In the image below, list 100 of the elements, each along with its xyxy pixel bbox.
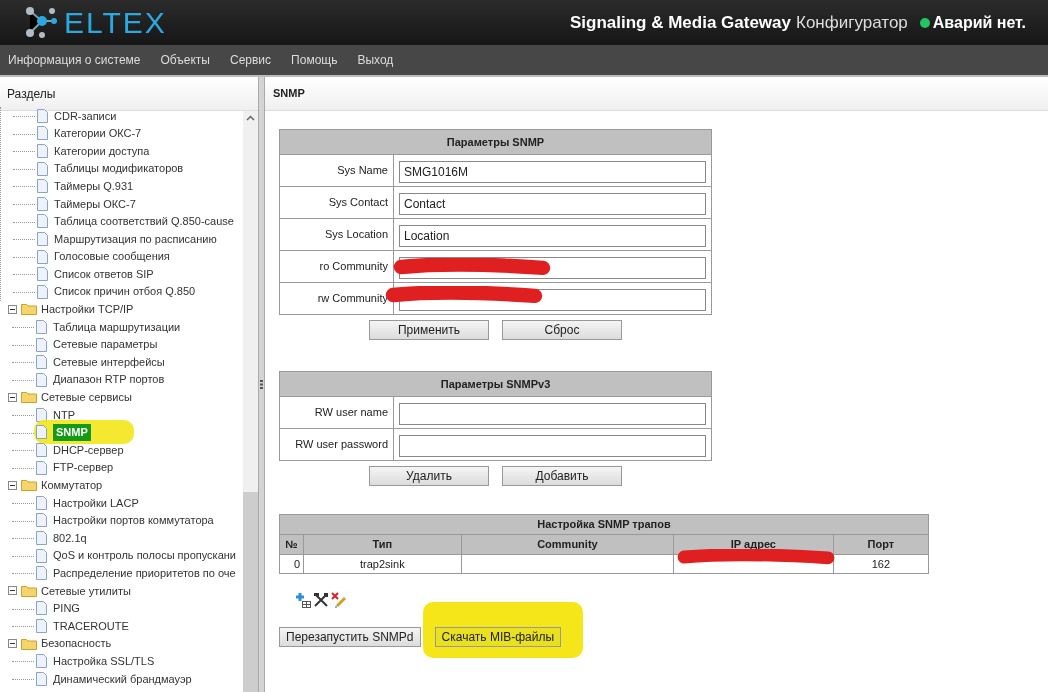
tree-item[interactable]: Диапазон RTP портов (53, 371, 165, 388)
folder-icon (21, 584, 37, 597)
page-icon (36, 319, 47, 334)
tree-item[interactable]: Настройки LACP (53, 494, 139, 512)
text-field[interactable]: Location (399, 224, 706, 247)
field-label: RW user name (279, 396, 394, 429)
menu-item[interactable]: Выход (357, 51, 394, 69)
tree-folder[interactable]: Коммутатор (41, 477, 103, 494)
field-label: RW user password (279, 428, 394, 461)
tree-item[interactable]: FTP-сервер (53, 459, 114, 476)
page-icon (37, 214, 48, 229)
page-icon (37, 267, 48, 282)
add-row-icon[interactable] (295, 592, 311, 608)
page-icon (36, 355, 47, 370)
form-button[interactable]: Добавить (502, 466, 622, 486)
tree-item[interactable]: Категории доступа (54, 142, 150, 160)
table-cell: 0 (293, 557, 300, 570)
text-field[interactable]: Contact (399, 192, 706, 215)
page-icon (37, 231, 48, 246)
tree-item[interactable]: Список причин отбоя Q.850 (54, 283, 196, 300)
page-icon (37, 126, 48, 141)
alarm-status: Аварий нет. (932, 12, 1026, 33)
collapse-icon[interactable] (8, 392, 17, 402)
tree-item[interactable]: Сетевые параметры (53, 336, 158, 353)
tree-folder[interactable]: Безопасность (41, 635, 112, 652)
field-label: Sys Name (279, 154, 394, 187)
tree-item[interactable]: Сетевые интерфейсы (53, 353, 165, 371)
tree-item[interactable]: Таблица маршрутизации (53, 318, 181, 336)
column-header: № (279, 534, 304, 555)
page-icon (37, 144, 48, 158)
logo-text: ELTEX (64, 7, 167, 38)
page-icon (36, 548, 47, 563)
folder-icon (21, 391, 37, 404)
tree-item[interactable]: NTP (53, 406, 75, 424)
tree-item[interactable]: Таймеры ОКС-7 (54, 195, 136, 212)
field-label: Sys Location (279, 218, 394, 251)
tree-item[interactable]: Таймеры Q.931 (54, 177, 134, 195)
field-label: ro Community (279, 250, 394, 283)
tree-folder[interactable]: Настройки TCP/IP (41, 301, 134, 318)
tree-item[interactable]: Распределение приоритетов по оче (53, 565, 236, 582)
tree-item[interactable]: 802.1q (53, 529, 87, 547)
page-icon (36, 566, 47, 581)
delete-edit-icon[interactable] (331, 592, 347, 608)
collapse-icon[interactable] (8, 480, 17, 490)
collapse-icon[interactable] (8, 586, 17, 596)
page-icon (37, 179, 48, 194)
folder-icon (21, 637, 37, 650)
page-icon (36, 619, 47, 633)
page-icon (37, 249, 48, 264)
tools-icon[interactable] (313, 592, 329, 608)
form-button[interactable]: Применить (369, 320, 489, 340)
page-icon (37, 196, 48, 211)
menu-item[interactable]: Сервис (230, 51, 272, 69)
page-icon (37, 284, 48, 299)
tree-item[interactable]: Голосовые сообщения (54, 248, 170, 265)
menu-item[interactable]: Информация о системе (8, 51, 141, 69)
tree-item[interactable]: Настройка SSL/TLS (53, 652, 155, 670)
folder-icon (21, 479, 37, 492)
page-icon (36, 671, 47, 686)
page-icon (36, 407, 47, 422)
form-button[interactable]: Удалить (369, 466, 489, 486)
tree-item[interactable]: DHCP-сервер (53, 441, 124, 459)
tree-item[interactable]: Динамический брандмауэр (53, 670, 192, 688)
page-icon (36, 495, 47, 510)
tree-item[interactable]: PING (53, 600, 80, 617)
table-title: Параметры SNMP (279, 129, 712, 155)
form-button[interactable]: Сброс (502, 320, 622, 340)
app-subtitle: Конфигуратор (796, 11, 908, 34)
page-icon (36, 337, 47, 352)
text-field[interactable]: SMG1016M (399, 160, 706, 183)
field-label: Sys Contact (279, 186, 394, 219)
page-icon (36, 531, 47, 546)
folder-icon (21, 303, 37, 316)
table-title: Настройка SNMP трапов (279, 514, 929, 535)
splitter-grip-icon[interactable] (260, 380, 263, 389)
tree-item[interactable]: SNMP (53, 424, 91, 441)
tree-item[interactable]: Настройки портов коммутатора (53, 512, 214, 529)
page-icon (36, 460, 47, 475)
menu-item[interactable]: Помощь (291, 51, 338, 69)
tree-item[interactable]: Маршрутизация по расписанию (54, 230, 217, 248)
action-button[interactable]: Перезапустить SNMPd (279, 627, 421, 647)
menu-item[interactable]: Объекты (160, 51, 210, 69)
tree-item[interactable]: Список ответов SIP (54, 265, 154, 283)
tree-item[interactable]: Категории ОКС-7 (54, 125, 142, 142)
table-cell: 162 (871, 557, 890, 570)
tree-folder[interactable]: Сетевые сервисы (41, 389, 132, 406)
page-icon (37, 161, 48, 176)
action-button[interactable]: Скачать MIB-файлы (434, 627, 562, 647)
tree-item[interactable]: Таблица соответствий Q.850-cause (54, 213, 234, 230)
tree-item[interactable]: TRACEROUTE (53, 617, 129, 635)
tree-item[interactable]: Таблицы модификаторов (54, 160, 184, 177)
table-title: Параметры SNMPv3 (279, 371, 712, 397)
tree-item[interactable]: QoS и контроль полосы пропускани (53, 547, 236, 564)
page-icon (36, 372, 47, 387)
tree-folder[interactable]: Сетевые утилиты (41, 582, 131, 600)
collapse-icon[interactable] (8, 639, 17, 649)
page-icon (36, 425, 47, 440)
collapse-icon[interactable] (8, 304, 17, 314)
page-icon (36, 654, 47, 669)
page-icon (36, 513, 47, 528)
